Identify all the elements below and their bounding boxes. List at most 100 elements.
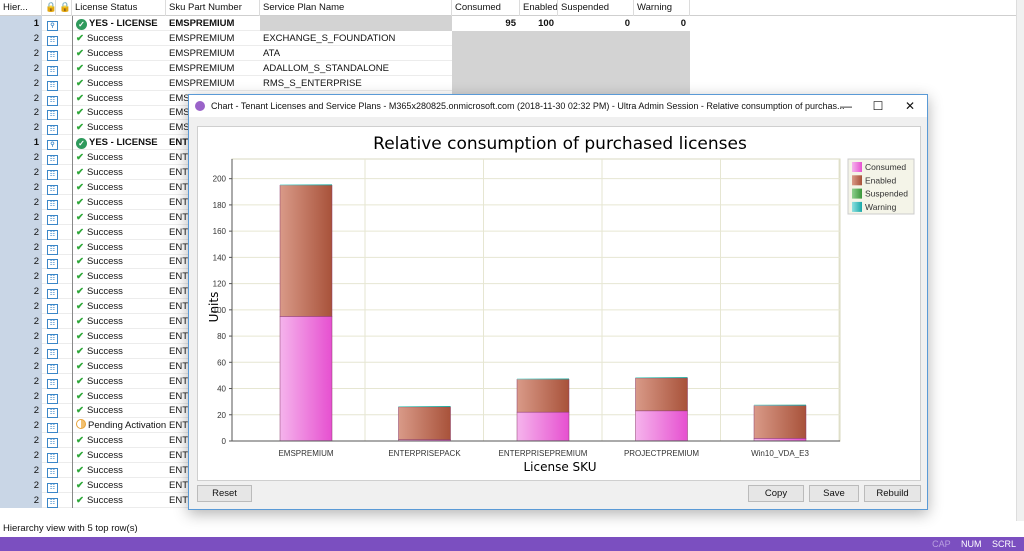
license-status: ✔ Success	[72, 433, 166, 449]
y-tick-label: 0	[222, 437, 227, 446]
enabled-cell	[520, 30, 558, 46]
checkmark-icon: ✔	[76, 211, 84, 223]
y-tick-label: 180	[213, 201, 227, 210]
consumed-cell	[452, 45, 520, 61]
lock-icon[interactable]: 🔒	[42, 0, 56, 16]
minimize-button[interactable]: —	[829, 95, 863, 117]
x-tick-label: Win10_VDA_E3	[751, 449, 809, 458]
checkmark-icon: ✔	[76, 479, 84, 491]
license-status: Pending Activation	[72, 418, 166, 434]
bar-enabled	[753, 405, 807, 439]
suspended-cell: 0	[558, 16, 634, 31]
y-tick-label: 200	[213, 175, 227, 184]
legend-swatch-suspended	[852, 188, 862, 199]
maximize-button[interactable]: ☐	[861, 95, 895, 117]
vertical-scrollbar[interactable]	[1016, 0, 1024, 521]
status-text: YES - LICENSE	[89, 18, 158, 29]
license-status: ✓ YES - LICENSE	[72, 16, 166, 31]
license-status: ✔ Success	[72, 463, 166, 478]
bar-enabled	[516, 379, 570, 413]
bar-warning	[635, 377, 688, 379]
service-plan-cell: ADALLOM_S_STANDALONE	[263, 62, 390, 74]
save-button[interactable]: Save	[809, 485, 859, 502]
bar-warning	[398, 406, 451, 407]
warning-cell	[634, 75, 690, 91]
service-icon: ☷	[42, 91, 72, 106]
status-text: Success	[86, 47, 123, 59]
license-status: ✔ Success	[72, 373, 166, 389]
status-bar: CAP NUM SCRL	[0, 537, 1024, 551]
hierarchy-level: 2	[0, 105, 42, 121]
table-row[interactable]: –1⚲✓YES - LICENSEEMSPREMIUM9510000	[0, 16, 690, 31]
service-icon: ☷	[42, 344, 72, 359]
checkmark-icon: ✔	[76, 92, 84, 104]
table-row[interactable]: 2 ☷ ✔ Success EMSPREMIUM EXCHANGE_S_FOUNDATIO…	[0, 30, 690, 46]
lock-icon[interactable]: 🔒	[56, 0, 72, 16]
service-icon: ☷	[42, 150, 72, 166]
y-tick-label: 160	[213, 227, 227, 236]
service-icon: ☷	[42, 433, 72, 449]
hierarchy-level: 2	[0, 314, 42, 329]
y-tick-label: 20	[217, 411, 226, 420]
status-text: Success	[86, 211, 123, 223]
chart-title: Relative consumption of purchased licens…	[373, 134, 747, 154]
license-status: ✔ Success	[72, 150, 166, 166]
dialog-titlebar[interactable]: Chart - Tenant Licenses and Service Plan…	[189, 95, 927, 117]
table-row[interactable]: 2 ☷ ✔ Success EMSPREMIUM RMS_S_ENTERPRISE	[0, 75, 690, 91]
service-icon: ☷	[42, 418, 72, 434]
x-tick-label: PROJECTPREMIUM	[624, 449, 699, 458]
hierarchy-level: 2	[0, 477, 42, 493]
hierarchy-level: 2	[0, 239, 42, 255]
service-icon: ☷	[42, 299, 72, 315]
table-row[interactable]: 2 ☷ ✔ Success EMSPREMIUM ATA	[0, 45, 690, 61]
license-status: ✔ Success	[72, 90, 166, 106]
service-plan-cell: EXCHANGE_S_FOUNDATION	[263, 32, 396, 44]
checkmark-icon: ✔	[76, 167, 84, 178]
legend-label: Consumed	[865, 162, 906, 172]
col-enabled[interactable]: Enabled	[520, 0, 558, 16]
rebuild-button[interactable]: Rebuild	[864, 485, 921, 502]
license-status: ✔ Success	[72, 75, 166, 91]
bar-enabled	[398, 406, 451, 440]
hierarchy-level: 2	[0, 388, 42, 404]
legend-label: Warning	[865, 202, 897, 212]
status-text: Success	[86, 286, 123, 298]
hierarchy-level: 2	[0, 418, 42, 434]
table-row[interactable]: 2 ☷ ✔ Success EMSPREMIUM ADALLOM_S_STANDALONE	[0, 60, 690, 76]
checkmark-icon: ✔	[76, 330, 84, 342]
hierarchy-level: 2	[0, 403, 42, 419]
copy-button[interactable]: Copy	[748, 485, 804, 502]
status-text: Success	[86, 375, 123, 387]
enabled-cell	[520, 75, 558, 91]
col-sku[interactable]: Sku Part Number	[166, 0, 260, 16]
legend-swatch-warning	[852, 201, 862, 212]
x-tick-label: EMSPREMIUM	[278, 449, 333, 458]
col-warning[interactable]: Warning	[634, 0, 690, 16]
checkmark-icon: ✔	[76, 405, 84, 417]
sku-cell: EMSPREMIUM	[169, 47, 235, 59]
enabled-cell	[520, 60, 558, 76]
checkmark-icon: ✔	[76, 122, 84, 134]
hierarchy-level: 2	[0, 299, 42, 315]
hierarchy-level: 2	[0, 90, 42, 106]
col-suspended[interactable]: Suspended	[558, 0, 634, 16]
y-tick-label: 140	[213, 253, 227, 262]
col-hierarchy[interactable]: Hier...	[0, 0, 42, 16]
service-icon: ☷	[42, 254, 72, 270]
enabled-cell	[520, 45, 558, 61]
col-service-plan[interactable]: Service Plan Name	[260, 0, 452, 16]
checkmark-icon: ✔	[76, 181, 84, 193]
bar-chart: Relative consumption of purchased licens…	[207, 134, 915, 474]
status-text: Success	[86, 241, 123, 253]
status-text: Pending Activation	[88, 420, 166, 432]
grid-header: Hier... 🔒 🔒 License Status Sku Part Numb…	[0, 0, 1016, 16]
x-tick-label: ENTERPRISEPREMIUM	[499, 449, 588, 458]
reset-button[interactable]: Reset	[197, 485, 252, 502]
col-consumed[interactable]: Consumed	[452, 0, 520, 16]
hierarchy-level: 2	[0, 194, 42, 210]
col-license-status[interactable]: License Status	[72, 0, 166, 16]
close-button[interactable]: ✕	[893, 95, 927, 117]
dialog-title: Chart - Tenant Licenses and Service Plan…	[211, 101, 845, 111]
hierarchy-level: 2	[0, 448, 42, 464]
license-status: ✔ Success	[72, 492, 166, 508]
